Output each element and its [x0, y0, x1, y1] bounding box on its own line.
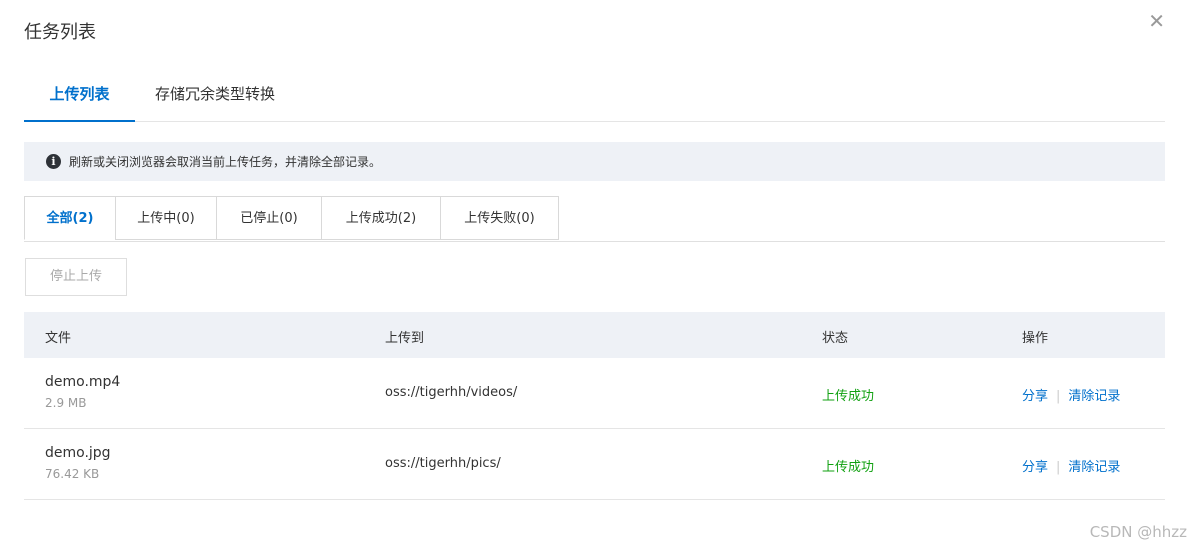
close-icon[interactable]: ✕ — [1148, 10, 1165, 32]
info-icon: i — [46, 154, 61, 169]
file-name: demo.mp4 — [45, 374, 121, 390]
tab-bar: 上传列表 存储冗余类型转换 — [24, 78, 1165, 122]
share-link[interactable]: 分享 — [1022, 389, 1048, 404]
header-dest: 上传到 — [385, 331, 425, 346]
tab-upload-list[interactable]: 上传列表 — [24, 78, 135, 122]
action-separator: | — [1056, 460, 1061, 475]
filter-stopped[interactable]: 已停止(0) — [216, 196, 322, 240]
status-filter-bar: 全部(2) 上传中(0) 已停止(0) 上传成功(2) 上传失败(0) — [24, 196, 1165, 242]
status-badge: 上传成功 — [822, 460, 875, 475]
file-size: 76.42 KB — [45, 467, 100, 481]
row-actions: 分享 | 清除记录 — [1022, 456, 1120, 475]
filter-uploading[interactable]: 上传中(0) — [115, 196, 217, 240]
row-actions: 分享 | 清除记录 — [1022, 385, 1120, 404]
table-header: 文件 上传到 状态 操作 — [24, 312, 1165, 358]
header-file: 文件 — [45, 331, 72, 346]
header-action: 操作 — [1022, 331, 1049, 346]
file-size: 2.9 MB — [45, 396, 87, 410]
filter-failed[interactable]: 上传失败(0) — [440, 196, 559, 240]
file-name: demo.jpg — [45, 445, 111, 461]
upload-destination: oss://tigerhh/videos/ — [385, 385, 518, 400]
table-row: demo.jpg 76.42 KB oss://tigerhh/pics/ 上传… — [24, 429, 1165, 500]
action-separator: | — [1056, 389, 1061, 404]
dialog-title: 任务列表 — [24, 22, 96, 43]
tab-storage-class-conversion[interactable]: 存储冗余类型转换 — [155, 78, 275, 120]
upload-destination: oss://tigerhh/pics/ — [385, 456, 501, 471]
clear-record-link[interactable]: 清除记录 — [1068, 389, 1120, 404]
table-row: demo.mp4 2.9 MB oss://tigerhh/videos/ 上传… — [24, 358, 1165, 429]
filter-all[interactable]: 全部(2) — [24, 196, 116, 240]
notice-banner: i 刷新或关闭浏览器会取消当前上传任务，并清除全部记录。 — [24, 142, 1165, 181]
filter-success[interactable]: 上传成功(2) — [321, 196, 441, 240]
upload-table: 文件 上传到 状态 操作 demo.mp4 2.9 MB oss://tiger… — [24, 312, 1165, 500]
notice-text: 刷新或关闭浏览器会取消当前上传任务，并清除全部记录。 — [69, 155, 382, 169]
status-badge: 上传成功 — [822, 389, 875, 404]
share-link[interactable]: 分享 — [1022, 460, 1048, 475]
stop-upload-button[interactable]: 停止上传 — [25, 258, 127, 296]
watermark: CSDN @hhzz — [1089, 523, 1187, 541]
clear-record-link[interactable]: 清除记录 — [1068, 460, 1120, 475]
header-status: 状态 — [822, 331, 849, 346]
